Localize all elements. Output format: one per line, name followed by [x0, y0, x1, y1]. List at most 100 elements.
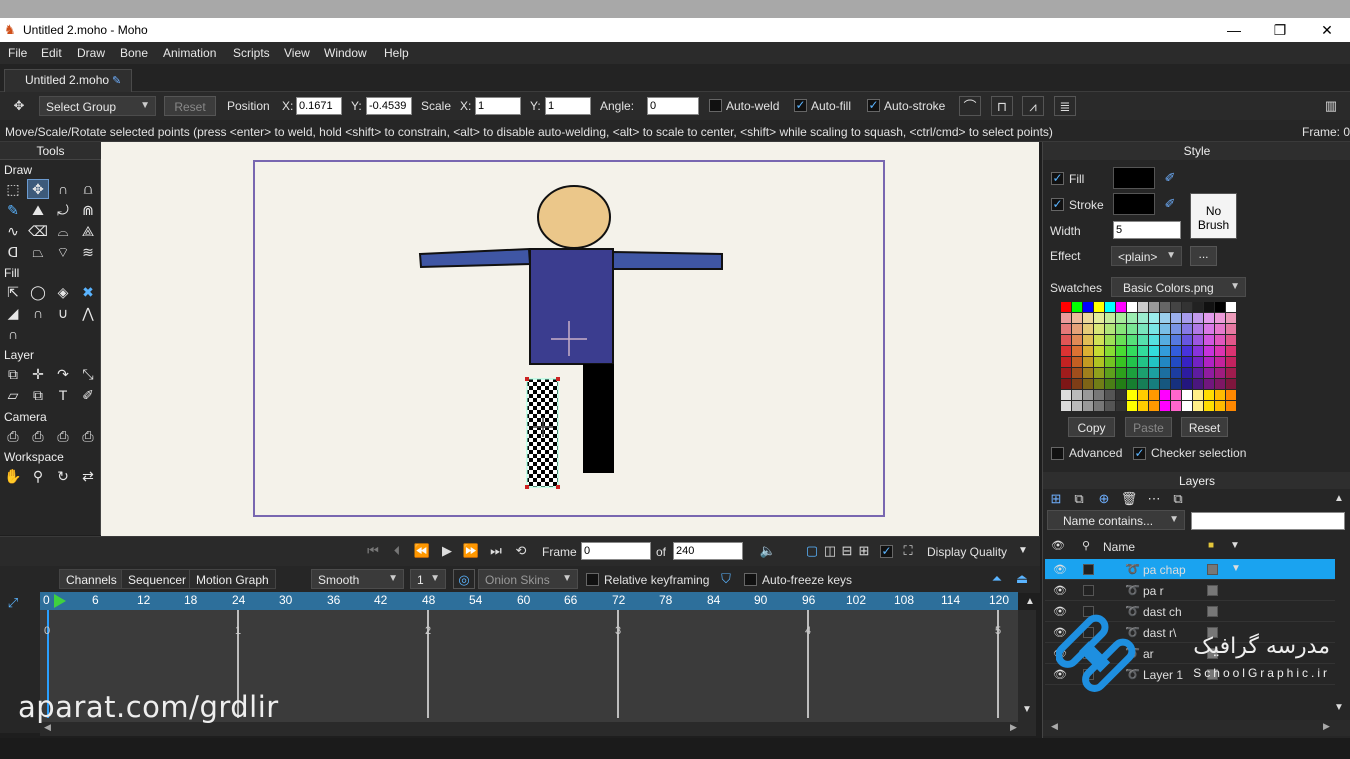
- paint-bucket-icon[interactable]: ◈: [52, 282, 74, 302]
- color-swatch[interactable]: [1193, 357, 1203, 367]
- book-icon[interactable]: ▥: [1320, 96, 1342, 116]
- hide-edge-icon[interactable]: ∩: [27, 303, 49, 323]
- color-swatch[interactable]: [1226, 357, 1236, 367]
- color-swatch[interactable]: [1116, 324, 1126, 334]
- layer-search-input[interactable]: [1191, 512, 1345, 530]
- color-swatch[interactable]: [1072, 368, 1082, 378]
- color-swatch[interactable]: [1116, 368, 1126, 378]
- color-swatch[interactable]: [1138, 401, 1148, 411]
- freeze-icon[interactable]: ⛉: [715, 569, 737, 589]
- tab-channels[interactable]: Channels: [59, 569, 124, 589]
- left-arm[interactable]: [418, 247, 532, 269]
- zoom-camera-icon[interactable]: ⎙: [27, 426, 49, 446]
- curve-exposure-icon[interactable]: ⋀: [77, 303, 99, 323]
- tab-sequencer[interactable]: Sequencer: [121, 569, 194, 589]
- orbit-icon[interactable]: ⇄: [77, 466, 99, 486]
- color-swatch[interactable]: [1215, 401, 1225, 411]
- scroll-right-icon[interactable]: ▶: [1323, 721, 1330, 732]
- play-icon[interactable]: ▶: [436, 541, 458, 561]
- color-swatch[interactable]: [1193, 379, 1203, 389]
- color-swatch[interactable]: [1127, 390, 1137, 400]
- expand-icon[interactable]: ⏏: [1011, 569, 1033, 589]
- shear-icon[interactable]: ⟁: [77, 221, 99, 241]
- select-points-icon[interactable]: ⬚: [2, 179, 24, 199]
- color-swatch[interactable]: [1105, 390, 1115, 400]
- color-swatch[interactable]: [1171, 313, 1181, 323]
- bend-icon[interactable]: ᗡ: [2, 242, 24, 262]
- document-tab[interactable]: Untitled 2.moho ✎: [4, 69, 132, 92]
- color-swatch[interactable]: [1138, 390, 1148, 400]
- color-swatch[interactable]: [1138, 313, 1148, 323]
- hand-icon[interactable]: ✋: [2, 466, 24, 486]
- color-swatch[interactable]: [1160, 346, 1170, 356]
- color-swatch[interactable]: [1105, 357, 1115, 367]
- relative-keyframing-checkbox[interactable]: [586, 573, 599, 586]
- close-button[interactable]: ✕: [1304, 20, 1350, 40]
- perspective-icon[interactable]: ⌓: [52, 221, 74, 241]
- color-swatch[interactable]: [1149, 390, 1159, 400]
- color-swatch[interactable]: [1193, 335, 1203, 345]
- color-swatch[interactable]: [1127, 346, 1137, 356]
- color-swatch[interactable]: [1171, 346, 1181, 356]
- reset-style-button[interactable]: Reset: [1181, 417, 1228, 437]
- eraser-icon[interactable]: ⌫: [27, 221, 49, 241]
- position-x-field[interactable]: 0.1671: [296, 97, 342, 115]
- color-swatch[interactable]: [1171, 401, 1181, 411]
- color-swatch[interactable]: [1182, 357, 1192, 367]
- layer-row[interactable]: 👁 ➰ pa r: [1045, 580, 1335, 601]
- scroll-left-icon[interactable]: ◀: [1051, 721, 1058, 732]
- color-swatch[interactable]: [1160, 390, 1170, 400]
- color-swatch[interactable]: [1061, 324, 1071, 334]
- color-swatch[interactable]: [1160, 324, 1170, 334]
- translate-layer-icon[interactable]: ✛: [27, 364, 49, 384]
- no-brush-button[interactable]: No Brush: [1190, 193, 1237, 239]
- reset-button[interactable]: Reset: [164, 96, 216, 116]
- angle-field[interactable]: 0: [647, 97, 699, 115]
- color-swatch[interactable]: [1182, 379, 1192, 389]
- timeline-vscroll[interactable]: ▼: [1018, 610, 1036, 722]
- color-swatch[interactable]: [1204, 357, 1214, 367]
- scroll-right-icon[interactable]: ▶: [1010, 722, 1017, 733]
- color-swatch[interactable]: [1116, 401, 1126, 411]
- perspective-v-icon[interactable]: ⏢: [27, 242, 49, 262]
- delete-shape-icon[interactable]: ✖: [77, 282, 99, 302]
- scale-x-field[interactable]: 1: [475, 97, 521, 115]
- auto-weld-checkbox[interactable]: [709, 99, 722, 112]
- color-swatch[interactable]: [1105, 335, 1115, 345]
- duplicate-layer-icon[interactable]: ⧉: [1068, 489, 1090, 509]
- color-swatch[interactable]: [1204, 324, 1214, 334]
- step-dropdown[interactable]: 1 ▼: [410, 569, 446, 589]
- prev-key-icon[interactable]: ⏪: [411, 541, 433, 561]
- color-swatch[interactable]: [1204, 335, 1214, 345]
- color-swatch[interactable]: [1083, 324, 1093, 334]
- next-key-icon[interactable]: ⏩: [460, 541, 482, 561]
- color-swatch[interactable]: [1160, 335, 1170, 345]
- text-shape-icon[interactable]: ⩘: [1022, 96, 1044, 116]
- eyedropper-icon[interactable]: ✐: [77, 385, 99, 405]
- track-camera-icon[interactable]: ⎙: [2, 426, 24, 446]
- color-swatch[interactable]: [1226, 401, 1236, 411]
- collapse-up-icon[interactable]: ⏶: [986, 569, 1008, 589]
- curvature-icon[interactable]: ⩍: [77, 179, 99, 199]
- noise-icon[interactable]: ≋: [77, 242, 99, 262]
- color-swatch[interactable]: [1182, 346, 1192, 356]
- color-swatch[interactable]: [1138, 368, 1148, 378]
- color-swatch[interactable]: [1094, 357, 1104, 367]
- color-swatch[interactable]: [1127, 313, 1137, 323]
- eyedropper-icon[interactable]: ✐: [1159, 168, 1181, 188]
- playhead-marker-icon[interactable]: [54, 594, 66, 608]
- total-frames-field[interactable]: 240: [673, 542, 743, 560]
- chevron-down-icon[interactable]: ▼: [1018, 545, 1028, 556]
- advanced-checkbox[interactable]: [1051, 447, 1064, 460]
- add-point-icon[interactable]: ∩: [52, 179, 74, 199]
- color-swatch[interactable]: [1215, 302, 1225, 312]
- color-swatch[interactable]: [1171, 324, 1181, 334]
- color-swatch[interactable]: [1094, 346, 1104, 356]
- rotate-layer-icon[interactable]: ↷: [52, 364, 74, 384]
- color-swatch[interactable]: [1094, 379, 1104, 389]
- menu-scripts[interactable]: Scripts: [233, 46, 270, 60]
- color-swatch[interactable]: [1127, 368, 1137, 378]
- color-swatch[interactable]: [1072, 335, 1082, 345]
- color-swatch[interactable]: [1105, 324, 1115, 334]
- color-swatch[interactable]: [1193, 313, 1203, 323]
